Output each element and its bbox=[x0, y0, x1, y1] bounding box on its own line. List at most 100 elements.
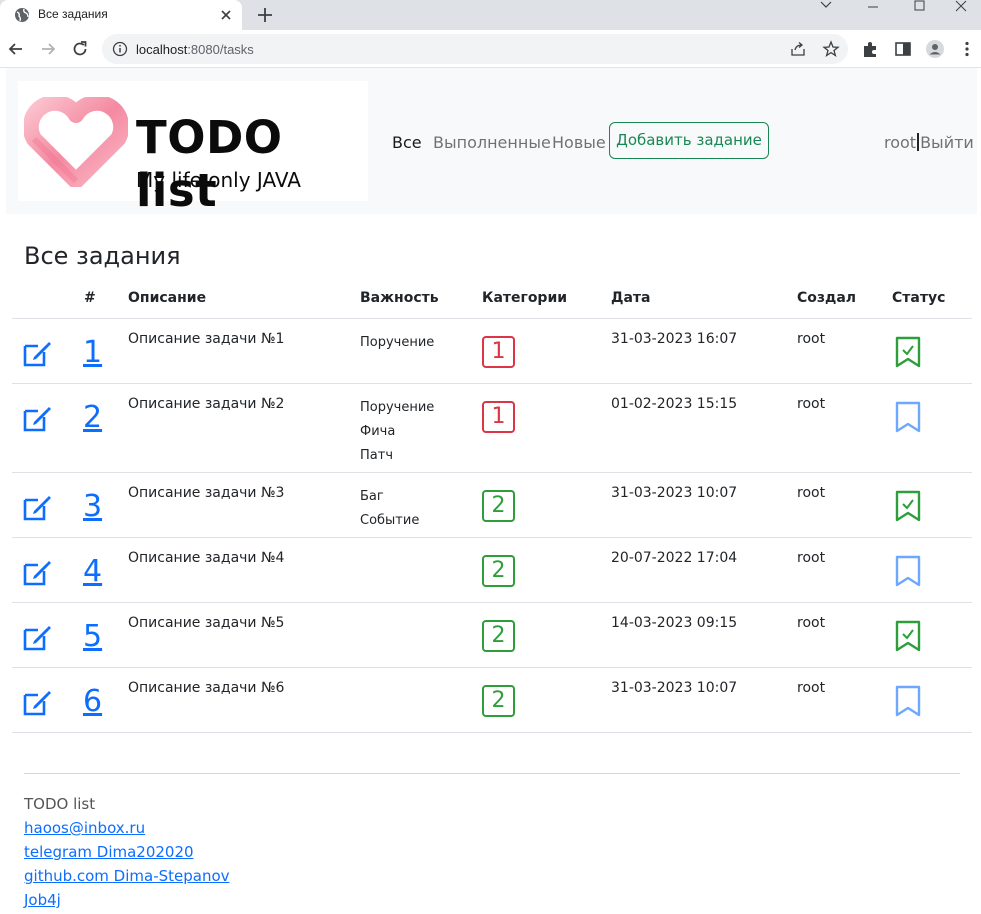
task-date: 31-03-2023 16:07 bbox=[611, 331, 738, 347]
header-priority: Важность bbox=[360, 290, 439, 306]
header-description: Описание bbox=[128, 290, 207, 306]
task-author: root bbox=[797, 396, 826, 412]
logout-link[interactable]: Выйти bbox=[920, 133, 974, 152]
table-row: 3 Описание задачи №3 Баг Событие 2 31-03-2023… bbox=[12, 473, 972, 538]
bookmark-check-icon[interactable] bbox=[894, 619, 922, 653]
window-close-icon[interactable] bbox=[941, 0, 981, 14]
chevron-down-icon[interactable] bbox=[806, 0, 846, 14]
footer-link-github[interactable]: github.com Dima-Stepanov bbox=[24, 864, 230, 888]
priority-item: Событие bbox=[360, 513, 420, 528]
category-count-badge: 1 bbox=[482, 336, 515, 368]
table-row: 2 Описание задачи №2 Поручение Фича Патч 1 01-… bbox=[12, 384, 972, 473]
brand-title: TODO list bbox=[136, 111, 283, 217]
footer-link-telegram[interactable]: telegram Dima202020 bbox=[24, 840, 230, 864]
forward-arrow-icon[interactable] bbox=[38, 39, 58, 59]
more-vertical-icon[interactable] bbox=[957, 39, 977, 59]
task-description: Описание задачи №4 bbox=[128, 550, 285, 566]
url-text: localhost:8080/tasks bbox=[136, 42, 254, 57]
priority-item: Патч bbox=[360, 448, 393, 463]
task-description: Описание задачи №2 bbox=[128, 396, 285, 412]
tab-title: Все задания bbox=[38, 7, 108, 21]
footer-link-email[interactable]: haoos@inbox.ru bbox=[24, 816, 230, 840]
nav-link-done[interactable]: Выполненные bbox=[433, 133, 551, 152]
bookmark-icon[interactable] bbox=[894, 400, 922, 434]
bookmark-check-icon[interactable] bbox=[894, 489, 922, 523]
edit-pencil-square-icon[interactable] bbox=[21, 686, 53, 718]
priority-item: Фича bbox=[360, 424, 396, 439]
header-date: Дата bbox=[611, 290, 651, 306]
task-date: 31-03-2023 10:07 bbox=[611, 680, 738, 696]
task-author: root bbox=[797, 680, 826, 696]
side-panel-icon[interactable] bbox=[893, 39, 913, 59]
close-icon[interactable] bbox=[218, 7, 234, 23]
page-title: Все задания bbox=[24, 242, 181, 270]
category-count-badge: 2 bbox=[482, 490, 515, 522]
nav-link-all[interactable]: Все bbox=[392, 133, 422, 152]
globe-icon bbox=[15, 8, 29, 22]
priority-item: Поручение bbox=[360, 400, 435, 415]
bookmark-icon[interactable] bbox=[894, 554, 922, 588]
task-id-link[interactable]: 1 bbox=[83, 335, 102, 370]
task-description: Описание задачи №3 bbox=[128, 485, 285, 501]
brand-logo[interactable]: TODO list My life only JAVA bbox=[18, 81, 368, 217]
header-author: Создал bbox=[797, 290, 857, 306]
header-status: Статус bbox=[892, 290, 946, 306]
navbar: TODO list My life only JAVA Все Выполнен… bbox=[6, 68, 977, 217]
info-icon[interactable] bbox=[112, 41, 128, 57]
share-icon[interactable] bbox=[790, 41, 806, 57]
task-id-link[interactable]: 3 bbox=[83, 489, 102, 524]
browser-tab[interactable]: Все задания bbox=[0, 0, 242, 30]
table-row: 6 Описание задачи №6 2 31-03-2023 10:07 root bbox=[12, 668, 972, 733]
task-date: 31-03-2023 10:07 bbox=[611, 485, 738, 501]
edit-pencil-square-icon[interactable] bbox=[21, 337, 53, 369]
plus-icon[interactable] bbox=[255, 5, 275, 25]
edit-pencil-square-icon[interactable] bbox=[21, 621, 53, 653]
footer-divider bbox=[24, 773, 960, 774]
task-id-link[interactable]: 4 bbox=[83, 554, 102, 589]
puzzle-extensions-icon[interactable] bbox=[861, 39, 881, 59]
profile-avatar-icon[interactable] bbox=[925, 39, 945, 59]
user-separator bbox=[917, 133, 920, 151]
bookmark-check-icon[interactable] bbox=[894, 335, 922, 369]
table-row: 1 Описание задачи №1 Поручение 1 31-03-2023 … bbox=[12, 319, 972, 384]
bookmark-icon[interactable] bbox=[894, 684, 922, 718]
maximize-icon[interactable] bbox=[899, 0, 939, 14]
edit-pencil-square-icon[interactable] bbox=[21, 556, 53, 588]
star-icon[interactable] bbox=[822, 40, 840, 58]
task-id-link[interactable]: 5 bbox=[83, 619, 102, 654]
priority-item: Баг bbox=[360, 489, 384, 504]
address-bar[interactable]: localhost:8080/tasks bbox=[102, 34, 848, 64]
task-date: 14-03-2023 09:15 bbox=[611, 615, 738, 631]
back-arrow-icon[interactable] bbox=[6, 39, 26, 59]
browser-toolbar: localhost:8080/tasks bbox=[0, 30, 981, 68]
category-count-badge: 1 bbox=[482, 401, 515, 433]
table-body: 1 Описание задачи №1 Поручение 1 31-03-2023 … bbox=[12, 319, 972, 733]
add-task-button[interactable]: Добавить задание bbox=[609, 122, 769, 159]
brand-subtitle: My life only JAVA bbox=[136, 168, 301, 192]
minimize-icon[interactable] bbox=[853, 0, 893, 14]
priority-item: Поручение bbox=[360, 335, 435, 350]
user-name[interactable]: root bbox=[884, 133, 916, 152]
edit-pencil-square-icon[interactable] bbox=[21, 491, 53, 523]
nav-link-new[interactable]: Новые bbox=[552, 133, 606, 152]
edit-pencil-square-icon[interactable] bbox=[21, 402, 53, 434]
task-author: root bbox=[797, 615, 826, 631]
task-priorities: Поручение bbox=[360, 331, 434, 355]
heart-logo-icon bbox=[24, 97, 128, 187]
footer-link-job4j[interactable]: Job4j bbox=[24, 888, 230, 912]
task-author: root bbox=[797, 485, 826, 501]
task-date: 20-07-2022 17:04 bbox=[611, 550, 738, 566]
tasks-table: # Описание Важность Категории Дата Созда… bbox=[12, 280, 972, 733]
user-area: root Выйти bbox=[884, 133, 974, 152]
task-description: Описание задачи №1 bbox=[128, 331, 285, 347]
category-count-badge: 2 bbox=[482, 555, 515, 587]
task-id-link[interactable]: 2 bbox=[83, 400, 102, 435]
footer: TODO list haoos@inbox.ru telegram Dima20… bbox=[24, 792, 230, 912]
task-id-link[interactable]: 6 bbox=[83, 684, 102, 719]
task-priorities: Поручение Фича Патч bbox=[360, 396, 434, 468]
table-header: # Описание Важность Категории Дата Созда… bbox=[12, 280, 972, 319]
reload-icon[interactable] bbox=[70, 39, 90, 59]
task-description: Описание задачи №5 bbox=[128, 615, 285, 631]
page-content: TODO list My life only JAVA Все Выполнен… bbox=[0, 68, 981, 914]
footer-app-name: TODO list bbox=[24, 795, 96, 813]
